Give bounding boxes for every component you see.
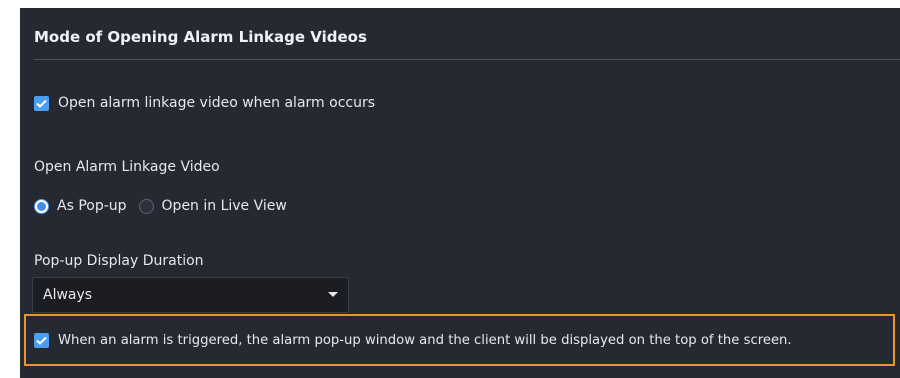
top-of-screen-checkbox[interactable] [34,333,49,348]
section-title: Mode of Opening Alarm Linkage Videos [34,28,367,46]
radio-as-popup[interactable] [34,198,49,214]
open-mode-label: Open Alarm Linkage Video [34,159,220,175]
open-on-alarm-row[interactable]: Open alarm linkage video when alarm occu… [34,95,375,111]
radio-option-as-popup[interactable]: As Pop-up [34,198,127,214]
radio-open-in-live-view[interactable] [138,198,154,214]
radio-as-popup-label: As Pop-up [57,198,127,214]
top-of-screen-label: When an alarm is triggered, the alarm po… [58,333,792,348]
settings-panel: Mode of Opening Alarm Linkage Videos Ope… [20,8,900,378]
radio-selected-dot [37,201,46,211]
popup-duration-label-row: Pop-up Display Duration [34,253,204,269]
popup-duration-select[interactable]: Always [32,277,349,313]
open-mode-label-row: Open Alarm Linkage Video [34,159,220,175]
check-icon [36,99,47,108]
top-of-screen-row[interactable]: When an alarm is triggered, the alarm po… [34,333,792,348]
open-on-alarm-checkbox[interactable] [34,95,49,111]
radio-open-in-live-view-label: Open in Live View [161,198,287,214]
radio-option-open-in-live-view[interactable]: Open in Live View [138,198,287,214]
open-mode-radio-group: As Pop-up Open in Live View [34,198,299,214]
open-on-alarm-label: Open alarm linkage video when alarm occu… [58,95,376,111]
popup-duration-label: Pop-up Display Duration [34,253,204,269]
caret-down-icon [328,292,338,297]
section-divider [34,59,900,60]
check-icon [36,336,47,345]
popup-duration-value: Always [43,287,93,303]
